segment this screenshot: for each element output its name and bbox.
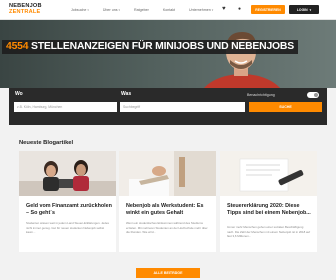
register-button[interactable]: REGISTRIEREN <box>251 5 285 14</box>
article-title: Steuererklärung 2020: Diese Tipps sind b… <box>227 203 311 216</box>
nav-label: Ratgeber <box>134 8 149 12</box>
chevron-down-icon: ▾ <box>309 7 312 12</box>
what-label: Was <box>121 91 132 97</box>
nav-label: Jobsuche <box>71 8 87 12</box>
article-title: Geld vom Finanzamt zurückholen – So geht… <box>26 203 112 216</box>
notify-label: Benachrichtigung <box>247 93 275 97</box>
all-posts-label: ALLE BEITRÄGE <box>153 271 183 275</box>
article-image <box>19 151 116 196</box>
hero-banner: 4554 STELLENANZEIGEN FÜR MINIJOBS UND NE… <box>0 20 336 88</box>
logo-line-2: ZENTRALE <box>9 9 41 15</box>
blog-heading: Neueste Blogartikel <box>19 140 74 146</box>
nav-label: Kontakt <box>162 8 175 12</box>
job-search-form: Wo z.B. Köln, Hamburg, München Was Suchb… <box>9 88 327 125</box>
register-label: REGISTRIEREN <box>255 7 281 12</box>
what-placeholder: Suchbegriff <box>123 105 141 109</box>
nav-item-jobsuche[interactable]: Jobsuche▾ <box>64 6 96 14</box>
nav-label: Unternehmen <box>189 8 211 12</box>
chevron-down-icon: ▾ <box>118 8 121 12</box>
notify-toggle[interactable] <box>307 92 319 98</box>
nav-item-ueber-uns[interactable]: Über uns▾ <box>96 6 127 14</box>
blog-card[interactable]: Geld vom Finanzamt zurückholen – So geht… <box>19 151 116 252</box>
site-logo[interactable]: NEBENJOB ZENTRALE <box>9 3 43 17</box>
hero-title-text: STELLENANZEIGEN FÜR MINIJOBS UND NEBENJO… <box>31 41 294 52</box>
article-image <box>119 151 216 196</box>
chevron-down-icon: ▾ <box>87 8 89 12</box>
what-input[interactable]: Suchbegriff <box>120 102 245 112</box>
nav-item-kontakt[interactable]: Kontakt <box>156 6 182 14</box>
blog-card[interactable]: Steuererklärung 2020: Diese Tipps sind b… <box>220 151 317 252</box>
where-label: Wo <box>15 91 23 97</box>
nav-item-unternehmen[interactable]: Unternehmen▾ <box>182 6 220 14</box>
all-posts-button[interactable]: ALLE BEITRÄGE <box>136 268 200 278</box>
hero-title: 4554 STELLENANZEIGEN FÜR MINIJOBS UND NE… <box>2 40 298 54</box>
blog-card[interactable]: Nebenjob als Werkstudent: Es winkt ein g… <box>119 151 216 252</box>
user-icon[interactable]: ● <box>238 5 241 13</box>
article-teaser: Wenn ein studentisches Einkommen während… <box>126 221 208 235</box>
main-nav: Jobsuche▾ Über uns▾ Ratgeber Kontakt Unt… <box>64 6 220 14</box>
hero-person-image <box>203 32 281 88</box>
toggle-knob <box>314 93 318 97</box>
nav-label: Über uns <box>102 8 118 12</box>
login-label: LOGIN <box>296 7 308 12</box>
chevron-down-icon: ▾ <box>211 8 214 12</box>
article-title: Nebenjob als Werkstudent: Es winkt ein g… <box>126 203 204 216</box>
where-input[interactable]: z.B. Köln, Hamburg, München <box>14 102 117 112</box>
article-teaser: Immer mehr Menschen gehen einer sozialen… <box>227 225 311 239</box>
article-image <box>220 151 317 196</box>
heart-icon[interactable]: ♥ <box>222 5 226 13</box>
nav-item-ratgeber[interactable]: Ratgeber <box>127 6 156 14</box>
job-count: 4554 <box>6 41 29 52</box>
search-button-label: SUCHE <box>279 105 292 109</box>
login-button[interactable]: LOGIN ▾ <box>289 5 319 14</box>
site-header: NEBENJOB ZENTRALE Jobsuche▾ Über uns▾ Ra… <box>0 0 336 20</box>
article-teaser: Studenten wissen weit in jedem Land Steu… <box>26 221 109 235</box>
search-button[interactable]: SUCHE <box>249 102 322 112</box>
where-placeholder: z.B. Köln, Hamburg, München <box>17 105 63 109</box>
